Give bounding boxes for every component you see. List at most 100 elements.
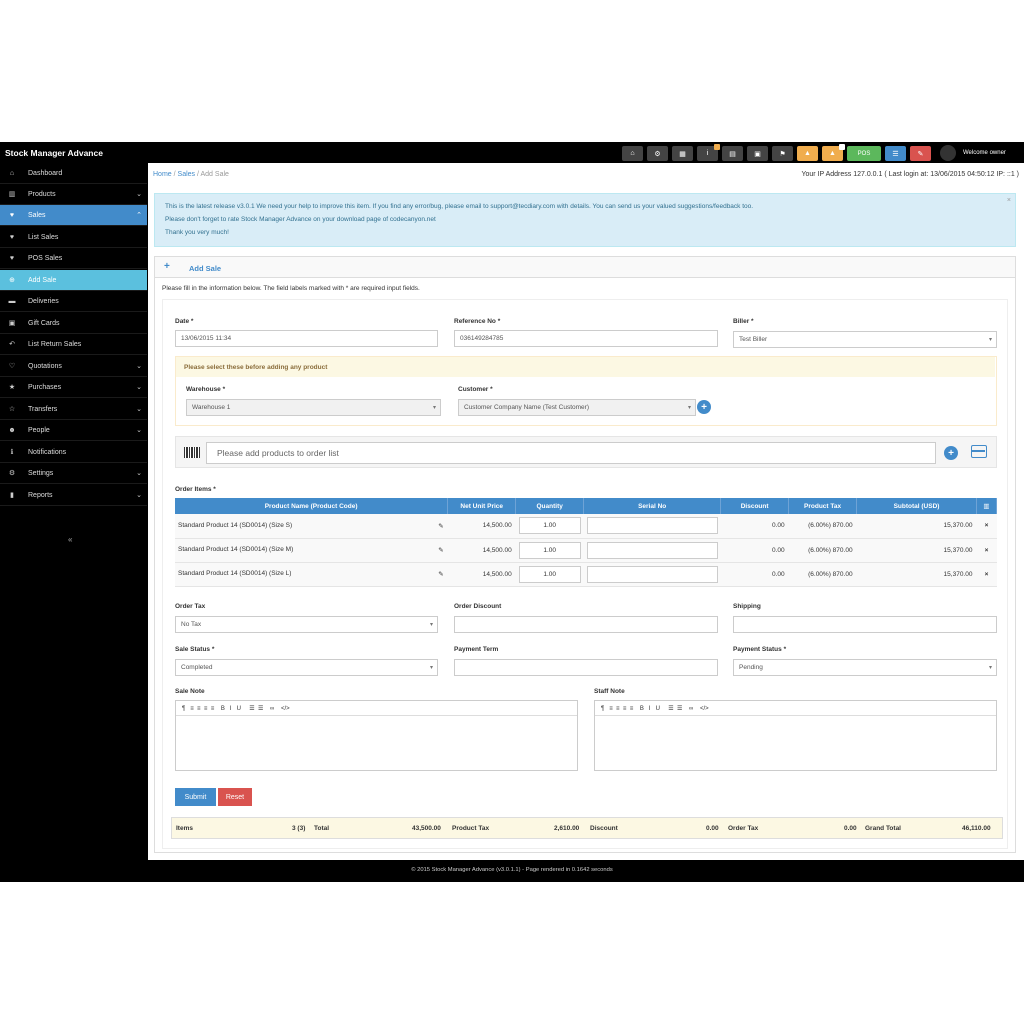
- product-name: Standard Product 14 (SD0014) (Size S): [178, 521, 293, 529]
- star-icon: ★: [8, 384, 16, 391]
- product-search-input[interactable]: Please add products to order list: [206, 442, 936, 464]
- heart-icon: ♥: [9, 254, 15, 262]
- serial-input[interactable]: [586, 517, 718, 535]
- tax-cell: (6.00%) 870.00: [788, 538, 857, 563]
- sidebar-item-notifications[interactable]: ℹ Notifications: [0, 442, 147, 463]
- ip-info: Your IP Address 127.0.0.1 ( Last login a…: [801, 171, 1019, 178]
- editor-toolbar[interactable]: ¶ ≡ ≡ ≡ ≡ B I U ☰ ☰ ∞ </>: [595, 701, 996, 716]
- warehouse-select[interactable]: Warehouse 1: [186, 399, 441, 416]
- biller-select[interactable]: Test Biller: [733, 331, 997, 348]
- credit-card-icon[interactable]: [971, 445, 987, 458]
- sidebar-item-quotations[interactable]: ♡ Quotations ⌄: [0, 356, 147, 377]
- sidebar-collapse-button[interactable]: «: [68, 535, 72, 544]
- alert-line: Please don't forget to rate Stock Manage…: [165, 216, 436, 223]
- sidebar-item-settings[interactable]: ⚙ Settings ⌄: [0, 463, 147, 484]
- info-icon[interactable]: i: [697, 144, 720, 161]
- breadcrumb-sales[interactable]: Sales: [178, 171, 196, 178]
- sidebar-item-purchases[interactable]: ★ Purchases ⌄: [0, 377, 147, 398]
- price-cell: 14,500.00: [447, 538, 516, 563]
- reference-field[interactable]: 036149284785: [454, 330, 718, 347]
- calendar-icon[interactable]: ▤: [722, 146, 743, 161]
- print-icon[interactable]: ▣: [747, 146, 768, 161]
- alert-icon[interactable]: ▲: [822, 144, 845, 161]
- sidebar-item-list-return-sales[interactable]: ↶ List Return Sales: [0, 334, 147, 355]
- sidebar-item-label: Quotations: [28, 362, 62, 370]
- breadcrumb-home[interactable]: Home: [153, 171, 172, 178]
- plus-circle-icon: ⊕: [9, 277, 15, 284]
- sale-status-select[interactable]: Completed: [175, 659, 438, 676]
- sidebar-item-label: Products: [28, 190, 56, 198]
- sidebar-item-list-sales[interactable]: ♥ List Sales: [0, 227, 147, 248]
- edit-icon[interactable]: ✎: [438, 522, 443, 530]
- editor-toolbar[interactable]: ¶ ≡ ≡ ≡ ≡ B I U ☰ ☰ ∞ </>: [176, 701, 577, 716]
- edit-icon[interactable]: ✎: [438, 570, 443, 578]
- users-icon: ☻: [8, 426, 16, 434]
- settings-icon[interactable]: ⚙: [647, 146, 668, 161]
- date-field[interactable]: 13/06/2015 11:34: [175, 330, 438, 347]
- list-icon[interactable]: ☰: [885, 146, 906, 161]
- shipping-input[interactable]: [733, 616, 997, 633]
- welcome-text[interactable]: Welcome owner: [963, 150, 1006, 156]
- column-header: Quantity: [515, 498, 585, 514]
- sidebar-item-dashboard[interactable]: ⌂ Dashboard: [0, 163, 147, 184]
- quantity-input[interactable]: 1.00: [518, 541, 581, 559]
- remove-icon[interactable]: ×: [976, 538, 997, 563]
- payment-term-input[interactable]: [454, 659, 718, 676]
- payment-term-label: Payment Term: [454, 646, 499, 653]
- sidebar-item-label: Sales: [28, 211, 46, 219]
- star-outline-icon: ☆: [8, 406, 16, 413]
- barcode-icon: ▥: [8, 191, 16, 198]
- remove-icon[interactable]: ×: [976, 562, 997, 587]
- close-icon[interactable]: ×: [1007, 197, 1011, 204]
- quantity-input[interactable]: 1.00: [518, 517, 581, 535]
- app-title[interactable]: Stock Manager Advance: [5, 148, 103, 158]
- add-customer-button[interactable]: +: [697, 400, 711, 414]
- avatar[interactable]: [940, 145, 956, 161]
- chevron-down-icon: ⌄: [136, 406, 142, 413]
- total-label: Total: [314, 825, 330, 832]
- sidebar-item-gift-cards[interactable]: ▣ Gift Cards: [0, 313, 147, 334]
- order-discount-input[interactable]: [454, 616, 718, 633]
- price-cell: 14,500.00: [447, 562, 516, 587]
- customer-select[interactable]: Customer Company Name (Test Customer): [458, 399, 696, 416]
- sidebar-item-label: Notifications: [28, 448, 67, 456]
- submit-button[interactable]: Submit: [175, 788, 216, 806]
- quantity-input[interactable]: 1.00: [518, 565, 581, 583]
- serial-input[interactable]: [586, 565, 718, 583]
- biller-label: Biller *: [733, 318, 754, 325]
- add-product-button[interactable]: +: [944, 446, 958, 460]
- sidebar-item-products[interactable]: ▥ Products ⌄: [0, 184, 147, 205]
- sidebar-item-transfers[interactable]: ☆ Transfers ⌄: [0, 399, 147, 420]
- quantity-cell: 1.00: [515, 562, 584, 587]
- sidebar-item-label: Settings: [28, 469, 54, 477]
- sidebar-item-deliveries[interactable]: ▬ Deliveries: [0, 291, 147, 312]
- order-tax-select[interactable]: No Tax: [175, 616, 438, 633]
- alert-icon[interactable]: ▲: [797, 146, 818, 161]
- edit-icon[interactable]: ✎: [438, 546, 443, 554]
- sidebar-item-people[interactable]: ☻ People ⌄: [0, 420, 147, 441]
- pos-button[interactable]: POS: [847, 146, 881, 161]
- sidebar-item-pos-sales[interactable]: ♥ POS Sales: [0, 248, 147, 269]
- table-header-row: Product Name (Product Code) Net Unit Pri…: [175, 498, 998, 514]
- serial-input[interactable]: [586, 541, 718, 559]
- items-label: Items: [176, 825, 193, 832]
- sale-note-editor[interactable]: ¶ ≡ ≡ ≡ ≡ B I U ☰ ☰ ∞ </>: [175, 700, 578, 771]
- dashboard-icon[interactable]: ⌂: [622, 146, 643, 161]
- sidebar-item-sales[interactable]: ♥ Sales ⌃: [0, 205, 147, 226]
- flag-icon[interactable]: ⚑: [772, 146, 793, 161]
- payment-status-select[interactable]: Pending: [733, 659, 997, 676]
- eraser-icon[interactable]: ✎: [910, 146, 931, 161]
- dashboard-icon: ⌂: [9, 169, 15, 177]
- sidebar-item-reports[interactable]: ▮ Reports ⌄: [0, 485, 147, 506]
- remove-icon[interactable]: ×: [976, 514, 997, 539]
- sidebar-item-label: Dashboard: [28, 169, 63, 177]
- sidebar-item-add-sale[interactable]: ⊕ Add Sale: [0, 270, 147, 291]
- serial-cell: [583, 562, 721, 587]
- staff-note-editor[interactable]: ¶ ≡ ≡ ≡ ≡ B I U ☰ ☰ ∞ </>: [594, 700, 997, 771]
- box-header: + Add Sale: [155, 257, 1015, 278]
- calculator-icon[interactable]: ▦: [672, 146, 693, 161]
- column-header: Net Unit Price: [447, 498, 517, 514]
- return-icon: ↶: [9, 341, 15, 348]
- reset-button[interactable]: Reset: [218, 788, 252, 806]
- subtotal-cell: 15,370.00: [856, 538, 977, 563]
